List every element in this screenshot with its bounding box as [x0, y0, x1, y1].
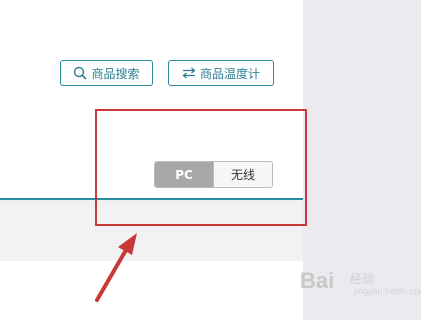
watermark-sub: 经验 — [350, 272, 375, 286]
watermark-brand: Bai — [300, 268, 335, 293]
watermark-url: jingyan.baidu.com — [354, 286, 421, 296]
